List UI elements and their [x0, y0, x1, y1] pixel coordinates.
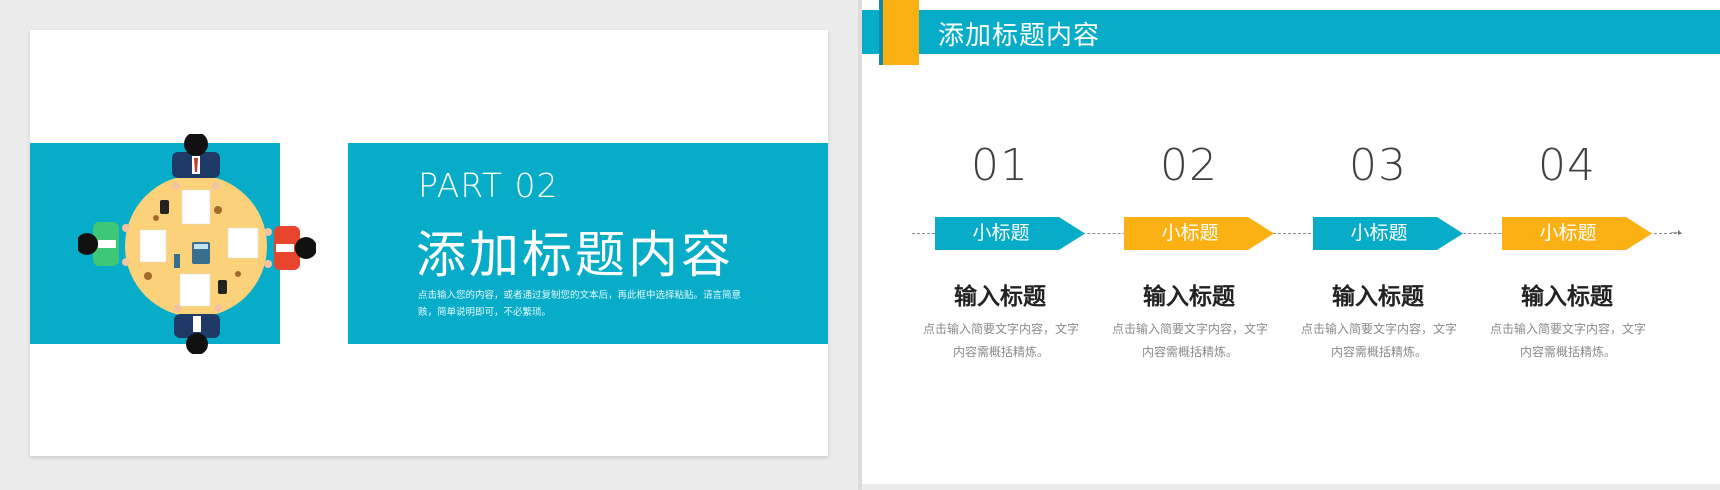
step-tag: 小标题 — [935, 217, 1085, 250]
step-item: 02 小标题 输入标题 点击输入简要文字内容，文字内容需概括精炼。 — [1112, 140, 1294, 370]
step-tag: 小标题 — [1313, 217, 1463, 250]
step-description: 点击输入简要文字内容，文字内容需概括精炼。 — [1300, 322, 1457, 359]
step-tag-label: 小标题 — [1350, 222, 1408, 244]
step-tag-label: 小标题 — [1539, 222, 1597, 244]
timeline-slide[interactable]: 添加标题内容 ➝ 01 小标题 输入标题 点击输入简要文字内容，文字内容需概括精… — [862, 0, 1720, 484]
section-slide[interactable]: PART 02 添加标题内容 点击输入您的内容，或者通过复制您的文本后，再此框中… — [30, 30, 828, 456]
step-tag: 小标题 — [1124, 217, 1274, 250]
step-tag-label: 小标题 — [972, 222, 1030, 244]
step-heading: 输入标题 — [954, 284, 1046, 310]
step-number: 01 — [971, 140, 1029, 191]
step-heading: 输入标题 — [1143, 284, 1235, 310]
step-tag-label: 小标题 — [1161, 222, 1219, 244]
step-description: 点击输入简要文字内容，文字内容需概括精炼。 — [1489, 322, 1646, 359]
header-accent — [883, 0, 919, 65]
step-number: 02 — [1160, 140, 1218, 191]
step-heading: 输入标题 — [1521, 284, 1613, 310]
section-description: 点击输入您的内容，或者通过复制您的文本后，再此框中选择粘贴。请言简意赅，简单说明… — [418, 290, 742, 318]
step-item: 03 小标题 输入标题 点击输入简要文字内容，文字内容需概括精炼。 — [1301, 140, 1483, 370]
step-item: 04 小标题 输入标题 点击输入简要文字内容，文字内容需概括精炼。 — [1490, 140, 1672, 370]
section-title: 添加标题内容 — [416, 226, 734, 284]
part-label: PART 02 — [418, 166, 559, 205]
step-tag: 小标题 — [1502, 217, 1652, 250]
slide-title: 添加标题内容 — [938, 21, 1101, 51]
step-description: 点击输入简要文字内容，文字内容需概括精炼。 — [1111, 322, 1268, 359]
step-description: 点击输入简要文字内容，文字内容需概括精炼。 — [922, 322, 1079, 359]
step-number: 03 — [1349, 140, 1407, 191]
step-number: 04 — [1538, 140, 1596, 191]
meeting-table-icon — [78, 134, 316, 354]
step-heading: 输入标题 — [1332, 284, 1424, 310]
step-item: 01 小标题 输入标题 点击输入简要文字内容，文字内容需概括精炼。 — [923, 140, 1105, 370]
